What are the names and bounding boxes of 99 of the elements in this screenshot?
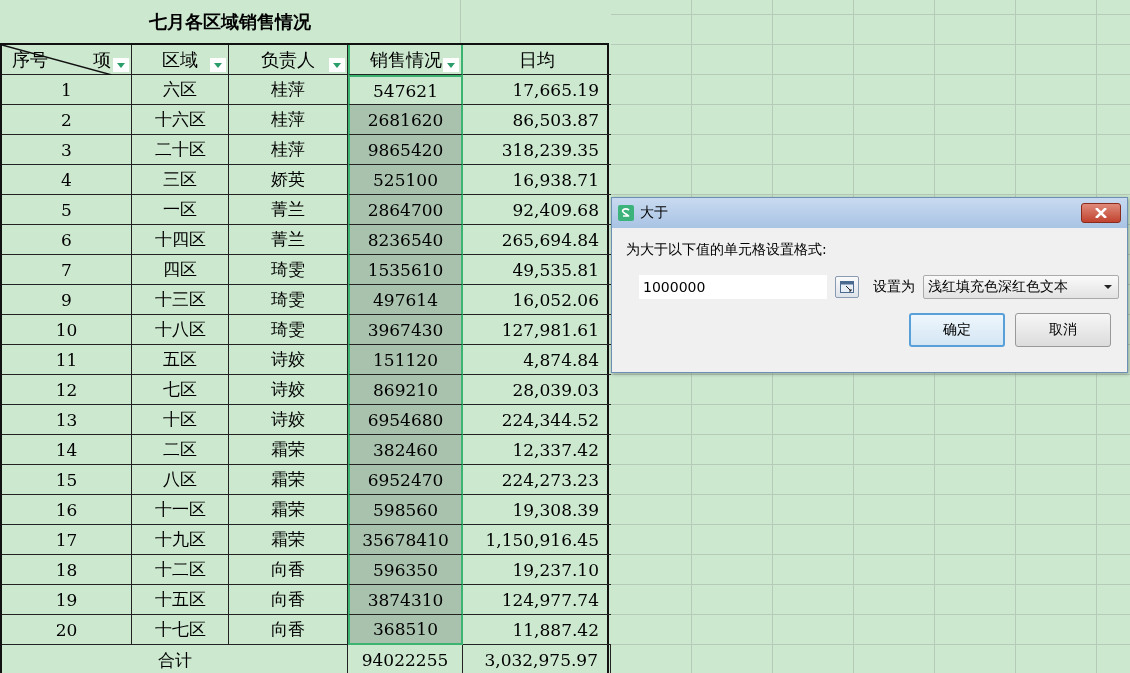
table-cell: 十二区 (132, 555, 229, 585)
table-cell[interactable]: 6952470 (348, 465, 463, 495)
filter-button[interactable] (443, 58, 459, 72)
table-cell: 224,273.23 (463, 465, 611, 495)
table-cell[interactable]: 2864700 (348, 195, 463, 225)
table-cell: 19 (2, 585, 132, 615)
table-cell: 桂萍 (229, 75, 348, 105)
dialog-button[interactable]: 取消 (1015, 313, 1111, 347)
table-cell: 11,887.42 (463, 615, 611, 645)
table-cell: 28,039.03 (463, 375, 611, 405)
table-cell: 17 (2, 525, 132, 555)
filter-button[interactable] (113, 58, 129, 72)
table-cell: 4 (2, 165, 132, 195)
table-cell: 1,150,916.45 (463, 525, 611, 555)
table-cell[interactable]: 368510 (348, 615, 463, 645)
dialog-button[interactable]: 确定 (909, 313, 1005, 347)
caret-icon (447, 62, 455, 68)
filter-button[interactable] (329, 58, 345, 72)
table-cell: 16,938.71 (463, 165, 611, 195)
table-cell: 六区 (132, 75, 229, 105)
table-cell[interactable]: 8236540 (348, 225, 463, 255)
filter-button[interactable] (210, 58, 226, 72)
table-cell: 二区 (132, 435, 229, 465)
header-label: 序号 (12, 47, 48, 72)
table-cell: 224,344.52 (463, 405, 611, 435)
column-header: 销售情况 (348, 45, 463, 75)
table-cell: 三区 (132, 165, 229, 195)
table-cell: 124,977.74 (463, 585, 611, 615)
header-label: 项 (93, 47, 111, 72)
table-cell: 19,237.10 (463, 555, 611, 585)
app-logo-icon (618, 205, 634, 221)
table-cell[interactable]: 598560 (348, 495, 463, 525)
table-cell: 86,503.87 (463, 105, 611, 135)
table-cell: 17,665.19 (463, 75, 611, 105)
table-cell: 16 (2, 495, 132, 525)
dialog-title: 大于 (640, 204, 669, 222)
table-cell: 十九区 (132, 525, 229, 555)
table-cell: 12,337.42 (463, 435, 611, 465)
dialog-prompt: 为大于以下值的单元格设置格式: (626, 241, 827, 259)
caret-icon (333, 62, 341, 68)
table-cell[interactable]: 1535610 (348, 255, 463, 285)
table-cell[interactable]: 151120 (348, 345, 463, 375)
column-header: 日均 (463, 45, 611, 75)
table-cell[interactable]: 2681620 (348, 105, 463, 135)
table-cell: 7 (2, 255, 132, 285)
table-cell[interactable]: 3874310 (348, 585, 463, 615)
table-cell: 八区 (132, 465, 229, 495)
table-cell: 十五区 (132, 585, 229, 615)
table-cell: 94022255 (348, 645, 463, 673)
table-cell: 19,308.39 (463, 495, 611, 525)
set-as-label: 设置为 (873, 278, 915, 296)
table-cell: 3 (2, 135, 132, 165)
table-cell: 1 (2, 75, 132, 105)
table-cell[interactable]: 6954680 (348, 405, 463, 435)
table-cell: 12 (2, 375, 132, 405)
table-cell: 3,032,975.97 (463, 645, 611, 673)
column-header: 区域 (132, 45, 229, 75)
table-cell: 9 (2, 285, 132, 315)
table-cell: 五区 (132, 345, 229, 375)
close-icon (1095, 208, 1107, 218)
table-cell: 十四区 (132, 225, 229, 255)
caret-icon (1104, 285, 1112, 289)
table-cell: 十六区 (132, 105, 229, 135)
table-cell: 2 (2, 105, 132, 135)
table-cell[interactable]: 525100 (348, 165, 463, 195)
table-cell: 6 (2, 225, 132, 255)
table-cell: 5 (2, 195, 132, 225)
total-label: 合计 (2, 645, 348, 673)
table-cell: 四区 (132, 255, 229, 285)
range-picker-button[interactable] (835, 276, 859, 298)
table-cell: 十一区 (132, 495, 229, 525)
table-cell[interactable]: 869210 (348, 375, 463, 405)
table-cell[interactable]: 35678410 (348, 525, 463, 555)
caret-icon (117, 62, 125, 68)
table-cell: 15 (2, 465, 132, 495)
table-cell[interactable]: 497614 (348, 285, 463, 315)
format-dropdown[interactable]: 浅红填充色深红色文本 (923, 275, 1119, 299)
table-cell: 一区 (132, 195, 229, 225)
table-cell: 二十区 (132, 135, 229, 165)
table-cell: 13 (2, 405, 132, 435)
table-cell[interactable]: 9865420 (348, 135, 463, 165)
table-cell: 318,239.35 (463, 135, 611, 165)
table-cell[interactable]: 3967430 (348, 315, 463, 345)
table-cell: 18 (2, 555, 132, 585)
caret-icon (214, 62, 222, 68)
table-cell: 14 (2, 435, 132, 465)
close-button[interactable] (1081, 203, 1121, 223)
table-cell: 七区 (132, 375, 229, 405)
table-cell: 十三区 (132, 285, 229, 315)
value-input[interactable]: 1000000 (639, 275, 827, 299)
table-cell: 20 (2, 615, 132, 645)
column-header: 负责人 (229, 45, 348, 75)
table-cell[interactable]: 596350 (348, 555, 463, 585)
table-cell[interactable]: 382460 (348, 435, 463, 465)
table-cell: 十区 (132, 405, 229, 435)
table-cell: 十八区 (132, 315, 229, 345)
table-cell: 11 (2, 345, 132, 375)
table-cell: 十七区 (132, 615, 229, 645)
table-cell: 10 (2, 315, 132, 345)
